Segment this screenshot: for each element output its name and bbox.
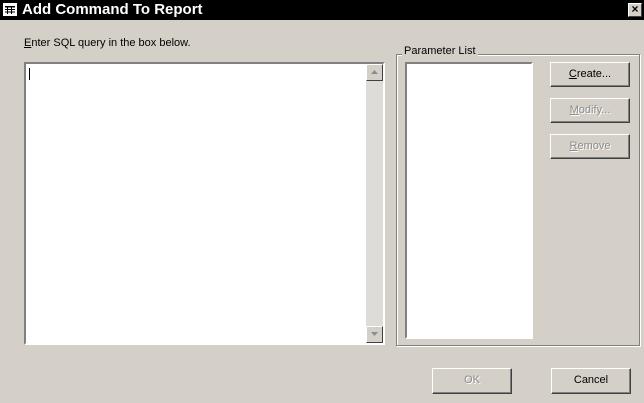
create-button[interactable]: Create... <box>550 62 630 87</box>
title-bar[interactable]: Add Command To Report × <box>0 0 644 20</box>
text-caret <box>29 68 30 80</box>
close-button[interactable]: × <box>628 3 642 17</box>
parameter-list-label: Parameter List <box>402 45 478 57</box>
add-command-dialog: Add Command To Report × Enter SQL query … <box>0 0 644 403</box>
app-window-icon <box>3 3 17 16</box>
ok-button[interactable]: OK <box>432 368 512 394</box>
scroll-down-arrow-icon <box>371 332 378 336</box>
sql-vertical-scrollbar[interactable] <box>366 64 383 343</box>
parameter-listbox[interactable] <box>405 62 533 339</box>
close-icon: × <box>631 2 639 16</box>
modify-button[interactable]: Modify... <box>550 98 630 123</box>
scroll-up-arrow-icon <box>371 70 378 74</box>
remove-button[interactable]: Remove <box>550 134 630 159</box>
scroll-up-button[interactable] <box>366 64 383 81</box>
sql-prompt-label: Enter SQL query in the box below. <box>24 37 191 49</box>
window-title: Add Command To Report <box>22 1 203 18</box>
scroll-down-button[interactable] <box>366 326 383 343</box>
cancel-button[interactable]: Cancel <box>551 368 631 394</box>
sql-query-textarea[interactable] <box>24 62 385 345</box>
